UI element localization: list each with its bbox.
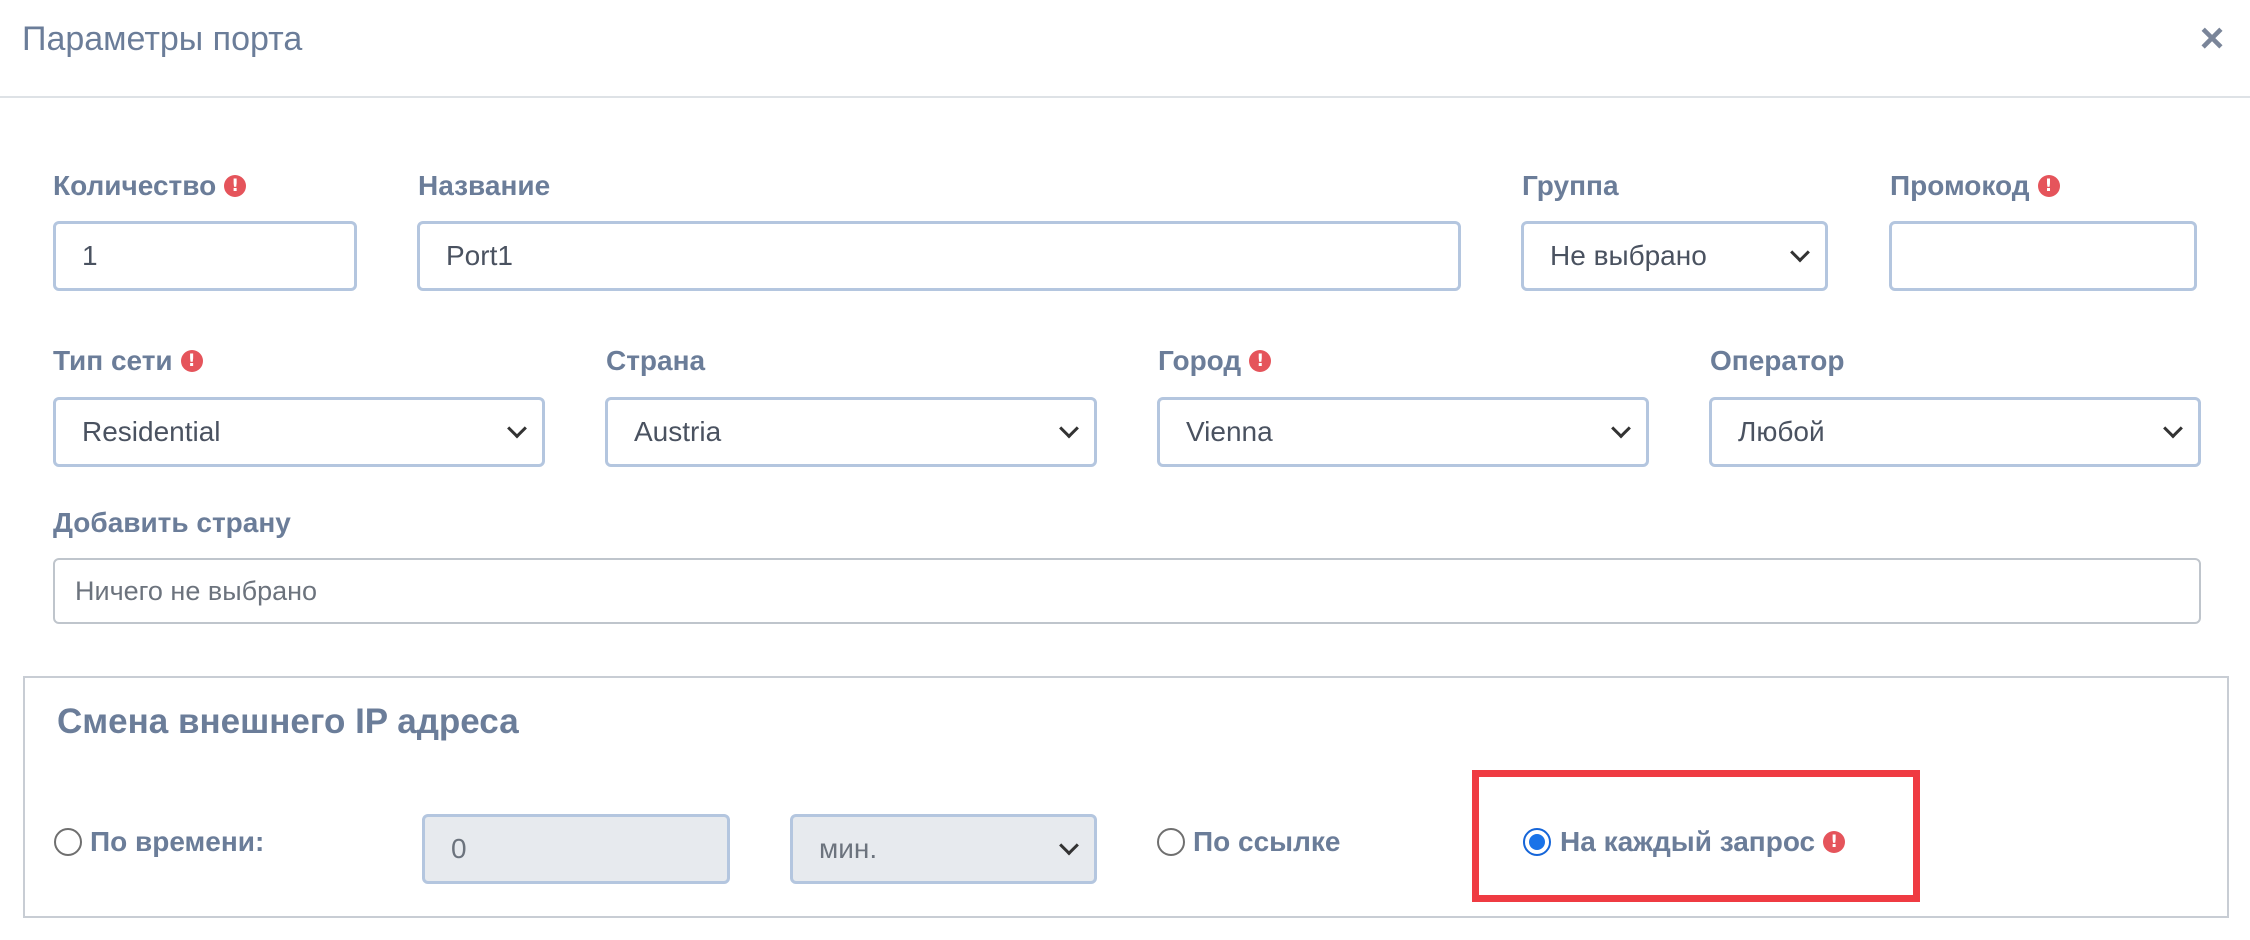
warning-icon: ! [2037,175,2060,197]
chevron-down-icon [1059,418,1079,439]
group-select[interactable]: Не выбрано [1521,221,1828,291]
city-select[interactable]: Vienna [1157,397,1649,467]
operator-label: Оператор [1710,345,1845,376]
chevron-down-icon [2163,418,2183,439]
ip-change-title: Смена внешнего IP адреса [57,702,519,741]
warning-icon: ! [224,175,247,197]
country-select[interactable]: Austria [605,397,1097,467]
chevron-down-icon [507,418,527,439]
close-button[interactable]: × [2192,14,2232,62]
by-time-radio[interactable] [54,828,82,856]
quantity-label: Количество! [53,170,247,202]
network-type-select[interactable]: Residential [53,397,545,467]
warning-icon: ! [1823,831,1846,853]
warning-icon: ! [1249,350,1272,372]
quantity-input[interactable]: 1 [53,221,357,291]
name-label: Название [418,170,551,201]
per-request-radio[interactable] [1523,828,1551,856]
by-time-label[interactable]: По времени: [90,826,264,858]
chevron-down-icon [1790,242,1810,263]
warning-icon: ! [180,350,203,372]
by-link-radio[interactable] [1157,828,1185,856]
time-unit-select[interactable]: мин. [790,814,1097,884]
operator-select[interactable]: Любой [1709,397,2201,467]
group-label: Группа [1522,170,1619,201]
promo-label: Промокод! [1890,170,2060,202]
per-request-label[interactable]: На каждый запрос! [1560,826,1846,858]
add-country-label: Добавить страну [53,507,291,538]
promo-input[interactable] [1889,221,2197,291]
chevron-down-icon [1611,418,1631,439]
by-link-label[interactable]: По ссылке [1193,826,1340,858]
chevron-down-icon [1059,835,1079,856]
city-label: Город! [1158,345,1272,377]
time-value-input[interactable]: 0 [422,814,730,884]
network-type-label: Тип сети! [53,345,203,377]
name-input[interactable]: Port1 [417,221,1461,291]
add-country-multiselect[interactable]: Ничего не выбрано [53,558,2201,624]
country-label: Страна [606,345,706,376]
modal-header: Параметры порта × [0,0,2250,98]
modal-title: Параметры порта [22,20,303,58]
